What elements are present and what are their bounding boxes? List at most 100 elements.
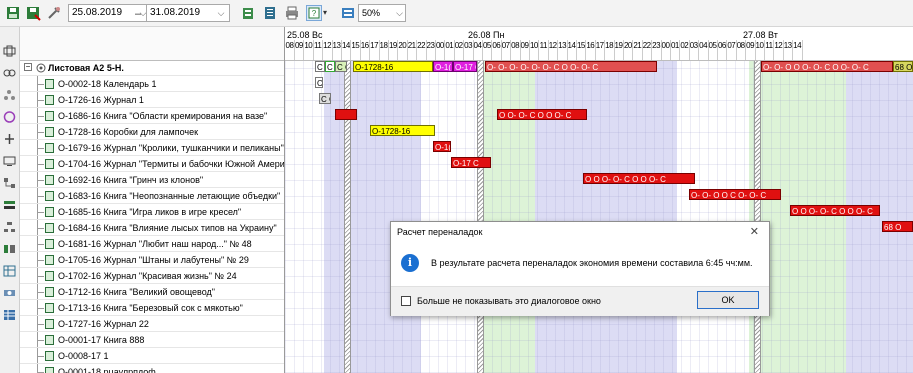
- gantt-chart: 25.08 Вс 26.08 Пн 27.08 Вт 08 09 10 11 12 13 1…: [285, 27, 913, 373]
- task-bar[interactable]: О-17 С: [451, 157, 491, 168]
- tree-item[interactable]: О-1683-16 Книга "Неопознанные летающие о…: [20, 188, 284, 204]
- task-bar[interactable]: 68 О: [882, 221, 913, 232]
- tree-item-label: О-1705-16 Журнал "Штаны и лабутены" № 29: [58, 255, 249, 265]
- tree-item[interactable]: О-1728-16 Коробки для лампочек: [20, 124, 284, 140]
- task-bar[interactable]: С С: [319, 93, 331, 104]
- tree-item[interactable]: О-1686-16 Книга "Области кремирования на…: [20, 108, 284, 124]
- tree-item[interactable]: О-1692-16 Книга "Гринч из клонов": [20, 172, 284, 188]
- tree-item[interactable]: О-1704-16 Журнал "Термиты и бабочки Южно…: [20, 156, 284, 172]
- task-bar[interactable]: [335, 109, 357, 120]
- task-bar[interactable]: О О О- О- С О О О- С: [583, 173, 695, 184]
- task-bar[interactable]: О-1728-16: [370, 125, 435, 136]
- link-icon[interactable]: [3, 67, 16, 79]
- save-as-icon[interactable]: [25, 5, 41, 21]
- task-bar[interactable]: О О О- О- С О О О- С: [790, 205, 880, 216]
- task-bar[interactable]: О-1(: [433, 141, 451, 152]
- task-bar[interactable]: О- О- О- О- О- О- С О О- О- С: [485, 61, 657, 72]
- task-bar[interactable]: О-1728-16: [353, 61, 433, 72]
- order-icon: [45, 95, 54, 105]
- tree-icon[interactable]: [3, 221, 16, 233]
- tree-item[interactable]: О-0001-18 рцаулрпдоф: [20, 364, 284, 373]
- task-bar[interactable]: О- О- О О С О- О- С: [689, 189, 781, 200]
- collapse-icon[interactable]: −: [24, 63, 32, 71]
- hierarchy-icon[interactable]: [3, 89, 16, 101]
- sequence-icon[interactable]: [3, 243, 16, 255]
- chevron-down-icon[interactable]: ▾: [323, 5, 333, 21]
- tree-item[interactable]: О-1685-16 Книга "Игра ликов в игре кресе…: [20, 204, 284, 220]
- task-bar[interactable]: О- О- О О О- О- С О О- О- С: [761, 61, 893, 72]
- refresh-icon[interactable]: [3, 111, 16, 123]
- date-to-input[interactable]: 31.08.2019 ⌵: [146, 4, 230, 22]
- tools-icon[interactable]: [46, 5, 62, 21]
- export-icon[interactable]: [240, 5, 256, 21]
- tree-item[interactable]: О-0008-17 1: [20, 348, 284, 364]
- task-bar[interactable]: С С: [325, 61, 335, 72]
- layers-icon[interactable]: [3, 199, 16, 211]
- hour-label: 15: [351, 41, 360, 50]
- tree-item-label: О-0008-17 1: [58, 351, 109, 361]
- task-bar[interactable]: С С: [315, 77, 323, 88]
- tree-item[interactable]: О-0001-17 Книга 888: [20, 332, 284, 348]
- flow-icon[interactable]: [3, 177, 16, 189]
- tree-item[interactable]: О-1681-16 Журнал "Любит наш народ..." № …: [20, 236, 284, 252]
- ok-button[interactable]: OK: [697, 291, 759, 309]
- report-icon[interactable]: [262, 5, 278, 21]
- table-icon[interactable]: [3, 265, 16, 277]
- hour-label: 09: [294, 41, 303, 50]
- close-icon[interactable]: ✕: [750, 225, 759, 238]
- monitor-icon[interactable]: [3, 155, 16, 167]
- tree-item[interactable]: О-1679-16 Журнал "Кролики, тушканчики и …: [20, 140, 284, 156]
- print-icon[interactable]: [284, 5, 300, 21]
- task-bar[interactable]: С С: [315, 61, 325, 72]
- dialog-body: i В результате расчета переналадок эконо…: [391, 244, 769, 286]
- tree-connector: [37, 84, 44, 85]
- tree-item-label: О-1713-16 Книга "Березовый сок с мякотью…: [58, 303, 243, 313]
- order-icon: [45, 287, 54, 297]
- dont-show-label[interactable]: Больше не показывать это диалоговое окно: [417, 296, 601, 306]
- task-bar[interactable]: С С: [335, 61, 347, 72]
- chevron-down-icon[interactable]: ⌵: [396, 5, 403, 21]
- dont-show-checkbox[interactable]: [401, 296, 411, 306]
- hour-label: 14: [341, 41, 350, 50]
- hour-label: 18: [605, 41, 614, 50]
- split-icon[interactable]: [3, 133, 16, 145]
- dialog-message: В результате расчета переналадок экономи…: [431, 258, 753, 268]
- hour-label: 19: [388, 41, 397, 50]
- tree-item[interactable]: О-1713-16 Книга "Березовый сок с мякотью…: [20, 300, 284, 316]
- task-bar[interactable]: О-17 С: [453, 61, 477, 72]
- tree-item[interactable]: О-1684-16 Книга "Влияние лысых типов на …: [20, 220, 284, 236]
- tree-item-label: О-0001-18 рцаулрпдоф: [58, 367, 156, 373]
- tree-item[interactable]: О-0002-18 Календарь 1: [20, 76, 284, 92]
- tree-item[interactable]: О-1726-16 Журнал 1: [20, 92, 284, 108]
- tree-item[interactable]: О-1727-16 Журнал 22: [20, 316, 284, 332]
- hour-label: 12: [548, 41, 557, 50]
- hour-label: 03: [689, 41, 698, 50]
- tree-root-item[interactable]: − Листовая А2 5-Н.: [20, 60, 284, 76]
- task-bar[interactable]: 68 О: [893, 61, 913, 72]
- machine-icon[interactable]: [3, 287, 16, 299]
- order-icon: [45, 303, 54, 313]
- tree-connector: [37, 260, 44, 261]
- pin-icon[interactable]: [3, 45, 16, 57]
- help-icon[interactable]: ?: [306, 5, 322, 21]
- grid-icon[interactable]: [3, 309, 16, 321]
- hour-label: 13: [558, 41, 567, 50]
- save-icon[interactable]: [5, 5, 21, 21]
- tree-item[interactable]: О-1705-16 Журнал "Штаны и лабутены" № 29: [20, 252, 284, 268]
- date-from-value: 25.08.2019: [72, 7, 123, 18]
- order-icon: [45, 159, 54, 169]
- tree-connector: [37, 148, 44, 149]
- chevron-down-icon[interactable]: ⌵: [215, 5, 227, 21]
- tree-item[interactable]: О-1712-16 Книга "Великий овощевод": [20, 284, 284, 300]
- downtime-hatch: [754, 60, 761, 373]
- tree-connector: [37, 180, 44, 181]
- tree-item-label: О-1684-16 Книга "Влияние лысых типов на …: [58, 223, 277, 233]
- view-icon[interactable]: [340, 5, 356, 21]
- zoom-select[interactable]: 50% ⌵: [358, 4, 406, 22]
- tree-item-label: О-1692-16 Книга "Гринч из клонов": [58, 175, 204, 185]
- tree-connector: [37, 364, 38, 372]
- hour-label: 08: [285, 41, 294, 50]
- task-bar[interactable]: О О- О- С О О О- С: [497, 109, 587, 120]
- task-bar[interactable]: О-1(: [433, 61, 453, 72]
- tree-item[interactable]: О-1702-16 Журнал "Красивая жизнь" № 24: [20, 268, 284, 284]
